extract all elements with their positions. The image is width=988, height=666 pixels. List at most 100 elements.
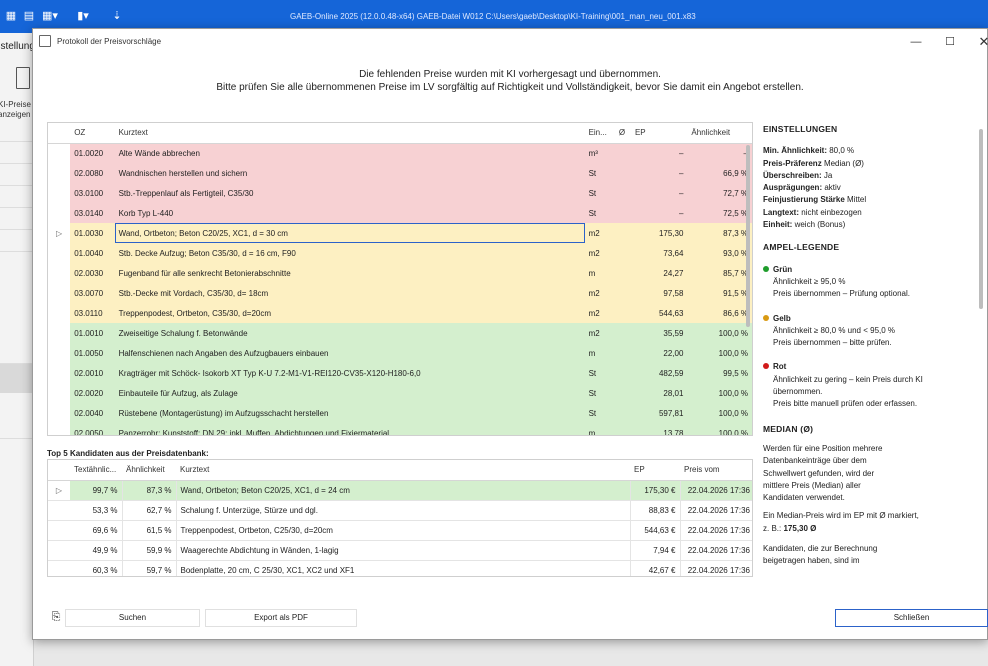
similarity-cell[interactable]: 100,0 % (687, 343, 752, 363)
kurztext-cell[interactable]: Schalung f. Unterzüge, Stürze und dgl. (176, 500, 631, 521)
column-header-median[interactable]: Ø (614, 123, 631, 144)
list-item[interactable] (0, 363, 34, 393)
kurztext-cell[interactable]: Halfenschienen nach Angaben des Aufzugba… (114, 343, 585, 363)
unit-cell[interactable]: m2 (584, 243, 615, 263)
median-cell[interactable] (614, 343, 631, 363)
candidate-row[interactable]: ▷ 99,7 % 87,3 % Wand, Ortbeton; Beton C20/2… (48, 480, 752, 501)
ep-cell[interactable]: 42,67 € (630, 560, 681, 576)
oz-cell[interactable]: 03.0070 (70, 283, 115, 303)
list-item[interactable] (0, 229, 34, 251)
median-cell[interactable] (614, 383, 631, 403)
median-cell[interactable] (614, 363, 631, 383)
oz-cell[interactable]: 01.0050 (70, 343, 115, 363)
similarity-cell[interactable]: 91,5 % (687, 283, 752, 303)
similarity-cell[interactable]: 61,5 % (122, 520, 177, 541)
unit-cell[interactable]: m2 (584, 283, 615, 303)
median-cell[interactable] (614, 303, 631, 323)
price-date-cell[interactable]: 22.04.2026 17:36 (680, 540, 752, 561)
close-button[interactable]: Schließen (835, 609, 988, 627)
candidate-row[interactable]: 69,6 % 61,5 % Treppenpodest, Ortbeton, C25… (48, 520, 752, 541)
text-similarity-cell[interactable]: 53,3 % (70, 500, 123, 521)
table-row[interactable]: 02.0030 Fugenband für alle senkrecht Beto… (48, 263, 752, 283)
candidate-row[interactable]: 53,3 % 62,7 % Schalung f. Unterzüge, Stürz… (48, 500, 752, 521)
kurztext-cell[interactable]: Stb.-Treppenlauf als Fertigteil, C35/30 (114, 183, 585, 203)
kurztext-cell[interactable]: Alte Wände abbrechen (114, 143, 585, 163)
document-icon[interactable]: ▤ (22, 10, 36, 22)
table-row[interactable]: 03.0070 Stb.-Decke mit Vordach, C35/30, d… (48, 283, 752, 303)
export-pdf-button[interactable]: Export als PDF (205, 609, 357, 627)
text-similarity-cell[interactable]: 60,3 % (70, 560, 123, 576)
minimize-icon[interactable]: — (901, 32, 931, 52)
ep-cell[interactable]: 13,78 (630, 423, 688, 435)
ep-cell[interactable]: 97,58 (630, 283, 688, 303)
table-row[interactable]: 02.0050 Panzerrohr; Kunststoff; DN 29; in… (48, 423, 752, 435)
ep-cell[interactable]: – (630, 183, 688, 203)
unit-cell[interactable]: St (584, 183, 615, 203)
similarity-cell[interactable]: 85,7 % (687, 263, 752, 283)
unit-cell[interactable]: m2 (584, 323, 615, 343)
similarity-cell[interactable]: 87,3 % (687, 223, 752, 243)
similarity-cell[interactable]: 62,7 % (122, 500, 177, 521)
search-button[interactable]: Suchen (65, 609, 200, 627)
ep-cell[interactable]: 7,94 € (630, 540, 681, 561)
unit-cell[interactable]: St (584, 203, 615, 223)
maximize-icon[interactable]: ☐ (935, 32, 965, 52)
ep-cell[interactable]: – (630, 203, 688, 223)
close-icon[interactable]: ✕ (969, 32, 988, 52)
text-similarity-cell[interactable]: 49,9 % (70, 540, 123, 561)
column-header-ep[interactable]: EP (630, 123, 688, 144)
candidate-row[interactable]: 60,3 % 59,7 % Bodenplatte, 20 cm, C 25/30,… (48, 560, 752, 576)
kurztext-cell[interactable]: Treppenpodest, Ortbeton, C35/30, d=20cm (114, 303, 585, 323)
ep-cell[interactable]: 175,30 € (630, 480, 681, 501)
ep-cell[interactable]: – (630, 143, 688, 163)
ep-cell[interactable]: 544,63 (630, 303, 688, 323)
list-item[interactable] (0, 141, 34, 163)
kurztext-cell[interactable]: Wand, Ortbeton; Beton C20/25, XC1, d = 3… (114, 223, 585, 243)
oz-cell[interactable]: 02.0050 (70, 423, 115, 435)
customize-qat-icon[interactable]: ⇣ (110, 10, 124, 22)
column-header-kurztext[interactable]: Kurztext (176, 460, 630, 481)
oz-cell[interactable]: 03.0140 (70, 203, 115, 223)
similarity-cell[interactable]: 72,7 % (687, 183, 752, 203)
table-row[interactable]: 01.0040 Stb. Decke Aufzug; Beton C35/30, … (48, 243, 752, 263)
oz-cell[interactable]: 01.0040 (70, 243, 115, 263)
kurztext-cell[interactable]: Panzerrohr; Kunststoff; DN 29; inkl. Muf… (114, 423, 585, 435)
save-icon[interactable]: ▦ (4, 10, 18, 22)
similarity-cell[interactable]: 87,3 % (122, 480, 177, 501)
unit-cell[interactable]: m2 (584, 303, 615, 323)
table-row[interactable]: 02.0040 Rüstebene (Montagerüstung) im Auf… (48, 403, 752, 423)
list-item[interactable] (0, 185, 34, 207)
positions-table[interactable]: OZ Kurztext Ein... Ø EP Ähnlichkeit 01.0… (47, 122, 753, 436)
oz-cell[interactable]: 01.0010 (70, 323, 115, 343)
unit-cell[interactable]: St (584, 383, 615, 403)
grid-menu-icon[interactable]: ▦▾ (42, 10, 58, 22)
median-cell[interactable] (614, 203, 631, 223)
median-cell[interactable] (614, 423, 631, 435)
similarity-cell[interactable]: 66,9 % (687, 163, 752, 183)
similarity-cell[interactable]: 59,9 % (122, 540, 177, 561)
kurztext-cell[interactable]: Korb Typ L-440 (114, 203, 585, 223)
table-row[interactable]: 02.0020 Einbauteile für Aufzug, als Zulag… (48, 383, 752, 403)
kurztext-cell[interactable]: Wandnischen herstellen und sichern (114, 163, 585, 183)
similarity-cell[interactable]: – (687, 143, 752, 163)
column-header-unit[interactable]: Ein... (584, 123, 615, 144)
ep-cell[interactable]: 482,59 (630, 363, 688, 383)
ep-cell[interactable]: – (630, 163, 688, 183)
text-similarity-cell[interactable]: 69,6 % (70, 520, 123, 541)
similarity-cell[interactable]: 86,6 % (687, 303, 752, 323)
candidate-row[interactable]: 49,9 % 59,9 % Waagerechte Abdichtung in Wä… (48, 540, 752, 561)
similarity-cell[interactable]: 100,0 % (687, 403, 752, 423)
copy-icon[interactable]: ⎘ (47, 609, 65, 627)
oz-cell[interactable]: 01.0020 (70, 143, 115, 163)
price-date-cell[interactable]: 22.04.2026 17:36 (680, 560, 752, 576)
column-header-oz[interactable]: OZ (70, 123, 115, 144)
kurztext-cell[interactable]: Stb. Decke Aufzug; Beton C35/30, d = 16 … (114, 243, 585, 263)
similarity-cell[interactable]: 100,0 % (687, 383, 752, 403)
ep-cell[interactable]: 597,81 (630, 403, 688, 423)
column-header-price-date[interactable]: Preis vom (680, 460, 752, 481)
unit-cell[interactable]: m³ (584, 143, 615, 163)
similarity-cell[interactable]: 93,0 % (687, 243, 752, 263)
kurztext-cell[interactable]: Zweiseitige Schalung f. Betonwände (114, 323, 585, 343)
price-date-cell[interactable]: 22.04.2026 17:36 (680, 520, 752, 541)
kurztext-cell[interactable]: Fugenband für alle senkrecht Betonierabs… (114, 263, 585, 283)
